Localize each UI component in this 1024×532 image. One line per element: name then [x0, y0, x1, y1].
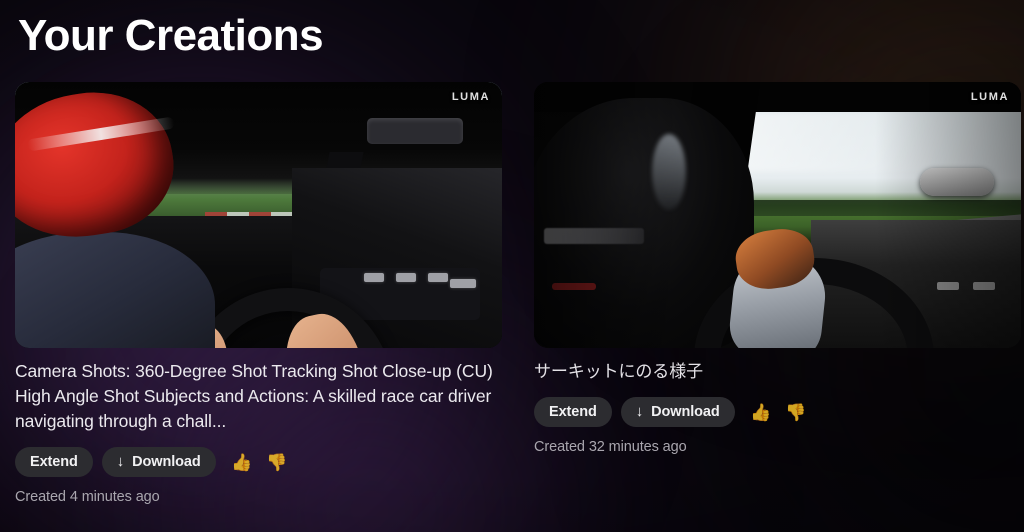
- scene-switch: [450, 279, 476, 288]
- luma-watermark: LUMA: [970, 91, 1009, 103]
- created-timestamp: Created 32 minutes ago: [534, 439, 687, 455]
- thumbs-down-icon[interactable]: 👎: [264, 449, 290, 475]
- creation-card[interactable]: LUMA Camera Shots: 360-Degree Shot Track…: [15, 82, 502, 505]
- luma-watermark: LUMA: [451, 91, 490, 103]
- creation-caption: Camera Shots: 360-Degree Shot Tracking S…: [15, 361, 493, 431]
- download-arrow-icon: ↓: [635, 402, 644, 420]
- video-thumbnail[interactable]: LUMA: [534, 82, 1021, 348]
- thumbnail-scene-dark-cockpit: [534, 82, 1021, 348]
- scene-edge-shadow: [534, 82, 1021, 348]
- download-button-label: Download: [132, 454, 201, 470]
- thumbs-up-icon[interactable]: 👍: [748, 399, 774, 425]
- creation-card-body: Camera Shots: 360-Degree Shot Tracking S…: [15, 348, 502, 505]
- creation-actions: Extend ↓ Download 👍 👎: [534, 397, 1021, 427]
- creation-card[interactable]: LUMA サーキットにのる様子 Extend ↓ Download 👍 👎 Cr…: [534, 82, 1021, 505]
- page-title: Your Creations: [18, 11, 324, 60]
- creation-caption: サーキットにのる様子: [534, 362, 703, 381]
- creation-actions: Extend ↓ Download 👍 👎: [15, 447, 502, 477]
- scene-switch: [396, 273, 416, 282]
- extend-button[interactable]: Extend: [534, 397, 612, 427]
- download-button[interactable]: ↓ Download: [620, 397, 735, 427]
- thumbnail-scene-cockpit: [15, 82, 502, 348]
- extend-button-label: Extend: [30, 454, 78, 470]
- scene-switch: [428, 273, 448, 282]
- creations-grid: LUMA Camera Shots: 360-Degree Shot Track…: [15, 82, 1021, 505]
- creations-page: Your Creations LUMA Camera Shots: 360-De…: [0, 0, 1024, 532]
- extend-button[interactable]: Extend: [15, 447, 93, 477]
- download-button[interactable]: ↓ Download: [101, 447, 216, 477]
- download-arrow-icon: ↓: [116, 452, 125, 470]
- extend-button-label: Extend: [549, 404, 597, 420]
- thumbs-down-icon[interactable]: 👎: [783, 399, 809, 425]
- created-timestamp: Created 4 minutes ago: [15, 489, 160, 505]
- thumbs-up-icon[interactable]: 👍: [229, 449, 255, 475]
- creation-card-body: サーキットにのる様子 Extend ↓ Download 👍 👎 Created…: [534, 348, 1021, 455]
- download-button-label: Download: [651, 404, 720, 420]
- scene-rearview-mirror: [367, 118, 463, 144]
- video-thumbnail[interactable]: LUMA: [15, 82, 502, 348]
- scene-switch: [364, 273, 384, 282]
